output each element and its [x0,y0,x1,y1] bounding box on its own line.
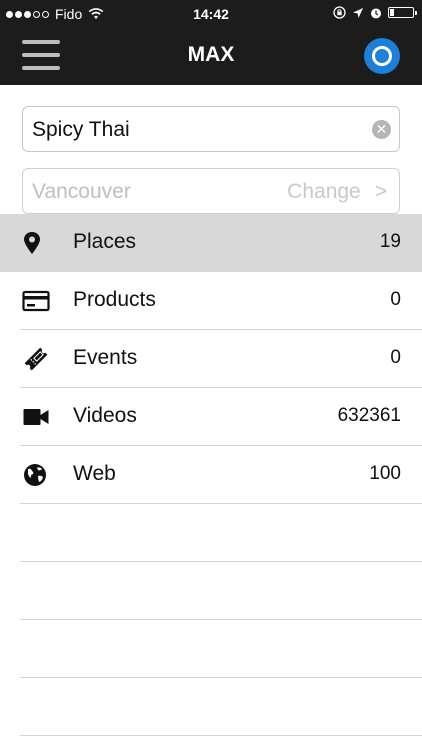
status-right [333,6,417,19]
rotation-lock-icon [333,6,346,19]
category-count: 632361 [337,405,401,426]
category-label: Products [73,288,156,311]
video-camera-icon [23,409,49,425]
location-arrow-icon [353,7,363,18]
row-divider [20,677,422,678]
top-bar: Fido 14:42 MAX [0,0,422,85]
change-location-button[interactable]: Change > [287,180,387,204]
clear-x-icon[interactable]: ✕ [372,120,391,139]
row-divider [20,735,422,736]
credit-card-icon [22,290,50,312]
category-row-places[interactable]: Places 19 [0,214,422,272]
category-count: 0 [390,289,401,310]
category-count: 100 [369,463,401,484]
row-divider [20,619,422,620]
alarm-icon [371,8,381,18]
category-label: Places [73,230,137,253]
category-row-products[interactable]: Products 0 [0,272,422,330]
battery-icon [388,7,417,18]
category-count: 19 [379,231,401,252]
page-title: MAX [187,43,235,66]
row-divider [20,503,422,504]
search-input[interactable]: Spicy Thai ✕ [22,106,400,152]
assistant-ring [372,46,392,66]
location-field[interactable]: Vancouver Change > [22,168,400,214]
category-label: Web [73,462,116,485]
row-divider [20,561,422,562]
category-row-web[interactable]: Web 100 [0,446,422,504]
search-query-text[interactable]: Spicy Thai [32,118,130,142]
ticket-icon [24,347,48,371]
status-bar: Fido 14:42 [0,0,422,30]
map-pin-icon [24,232,40,254]
category-label: Videos [73,404,137,427]
category-label: Events [73,346,138,369]
location-placeholder: Vancouver [32,180,131,203]
category-count: 0 [390,347,401,368]
change-label: Change [287,180,361,203]
chevron-right-icon: > [374,180,387,203]
battery-fill [390,9,394,16]
category-row-events[interactable]: Events 0 [0,330,422,388]
category-row-videos[interactable]: Videos 632361 [0,388,422,446]
globe-icon [24,464,46,486]
cortana-circle-icon[interactable] [364,38,400,74]
